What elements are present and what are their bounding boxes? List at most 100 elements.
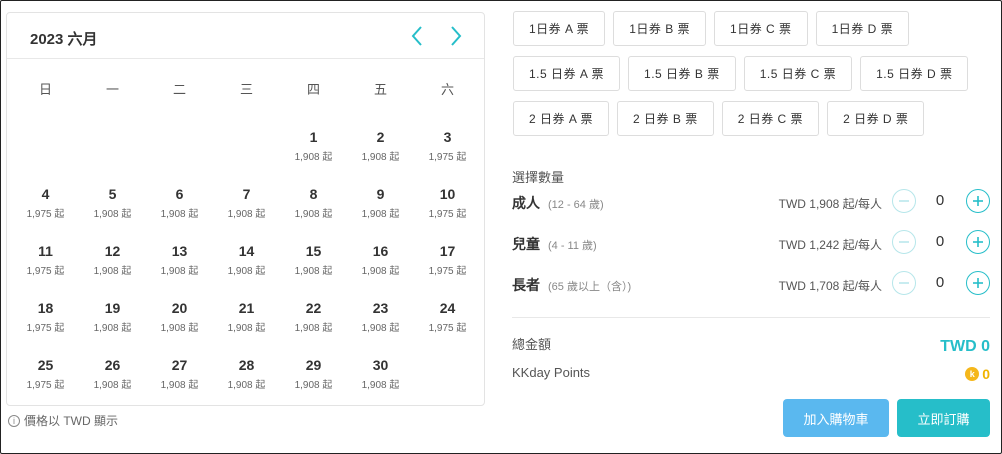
day-number: 12 (104, 243, 121, 259)
quantity-row-adult: 成人 (12 - 64 歲) TWD 1,908 起/每人 0 (512, 188, 990, 214)
ticket-option-button[interactable]: 1.5 日券 D 票 (860, 56, 969, 91)
calendar-day[interactable]: 21 1,908 起 (213, 298, 280, 355)
day-price: 1,908 起 (160, 266, 199, 277)
calendar-day[interactable]: 6 1,908 起 (146, 184, 213, 241)
day-number: 10 (439, 186, 456, 202)
calendar-day[interactable]: 3 1,975 起 (414, 127, 481, 184)
day-number: 17 (439, 243, 456, 259)
points-value: 0 (982, 366, 990, 382)
calendar-day[interactable]: 16 1,908 起 (347, 241, 414, 298)
child-minus-button[interactable] (892, 230, 916, 254)
quantity-label-text: 成人 (512, 195, 540, 211)
adult-plus-button[interactable] (966, 189, 990, 213)
calendar-day[interactable]: 15 1,908 起 (280, 241, 347, 298)
add-to-cart-button[interactable]: 加入購物車 (783, 399, 889, 437)
calendar-day[interactable]: 22 1,908 起 (280, 298, 347, 355)
weekday-label: 三 (239, 82, 253, 97)
total-label: 總金額 (512, 337, 552, 352)
calendar-month-title: 2023 六月 (30, 31, 98, 48)
calendar-day[interactable]: 23 1,908 起 (347, 298, 414, 355)
quantity-label: 長者 (65 歲以上（含）) (512, 275, 631, 295)
day-number: 19 (104, 300, 121, 316)
day-price: 1,975 起 (428, 209, 467, 220)
day-number: 26 (104, 357, 121, 373)
calendar-empty-cell (12, 127, 79, 184)
quantity-label: 兒童 (4 - 11 歲) (512, 234, 597, 254)
senior-minus-button[interactable] (892, 271, 916, 295)
day-number: 21 (238, 300, 255, 316)
day-price: 1,908 起 (93, 209, 132, 220)
day-price: 1,975 起 (26, 266, 65, 277)
calendar-day[interactable]: 28 1,908 起 (213, 355, 280, 412)
senior-plus-button[interactable] (966, 271, 990, 295)
day-number: 7 (242, 186, 251, 202)
calendar-day[interactable]: 14 1,908 起 (213, 241, 280, 298)
calendar-day[interactable]: 29 1,908 起 (280, 355, 347, 412)
calendar-day[interactable]: 17 1,975 起 (414, 241, 481, 298)
ticket-option-button[interactable]: 2 日券 A 票 (513, 101, 610, 136)
next-month-button[interactable] (444, 23, 468, 49)
ticket-option-button[interactable]: 2 日券 B 票 (617, 101, 714, 136)
calendar-day[interactable]: 11 1,975 起 (12, 241, 79, 298)
buy-now-button[interactable]: 立即訂購 (897, 399, 990, 437)
calendar-day[interactable]: 19 1,908 起 (79, 298, 146, 355)
quantity-label: 成人 (12 - 64 歲) (512, 193, 604, 213)
ticket-option-button[interactable]: 1日券 B 票 (613, 11, 707, 46)
ticket-option-button[interactable]: 1日券 D 票 (815, 11, 910, 46)
day-price: 1,908 起 (160, 380, 199, 391)
calendar-day[interactable]: 24 1,975 起 (414, 298, 481, 355)
calendar-day[interactable]: 13 1,908 起 (146, 241, 213, 298)
calendar-day[interactable]: 4 1,975 起 (12, 184, 79, 241)
calendar-day[interactable]: 20 1,908 起 (146, 298, 213, 355)
day-price: 1,908 起 (294, 152, 333, 163)
info-icon: i (8, 414, 20, 427)
ticket-option-button[interactable]: 1日券 A 票 (513, 11, 606, 46)
prev-month-button[interactable] (405, 23, 429, 49)
weekday-label: 一 (105, 82, 119, 97)
ticket-option-button[interactable]: 1.5 日券 B 票 (628, 56, 736, 91)
day-number: 14 (238, 243, 255, 259)
ticket-option-button[interactable]: 1.5 日券 C 票 (743, 56, 853, 91)
minus-icon (899, 200, 909, 202)
ticket-options-row-2: 1.5 日券 A 票 1.5 日券 B 票 1.5 日券 C 票 1.5 日券 D 票 (513, 56, 969, 91)
calendar-day[interactable]: 10 1,975 起 (414, 184, 481, 241)
ticket-option-button[interactable]: 2 日券 D 票 (827, 101, 925, 136)
ticket-option-button[interactable]: 2 日券 C 票 (721, 101, 820, 136)
weekday-header: 日一二三四五六 (12, 79, 482, 98)
day-price: 1,908 起 (93, 323, 132, 334)
calendar-day[interactable]: 1 1,908 起 (280, 127, 347, 184)
calendar-day[interactable]: 12 1,908 起 (79, 241, 146, 298)
ticket-option-button[interactable]: 1.5 日券 A 票 (513, 56, 621, 91)
ticket-options-row-1: 1日券 A 票 1日券 B 票 1日券 C 票 1日券 D 票 (513, 11, 910, 46)
calendar-day[interactable]: 30 1,908 起 (347, 355, 414, 412)
calendar-day[interactable]: 18 1,975 起 (12, 298, 79, 355)
calendar-day[interactable]: 8 1,908 起 (280, 184, 347, 241)
calendar-day[interactable]: 7 1,908 起 (213, 184, 280, 241)
calendar-day[interactable]: 25 1,975 起 (12, 355, 79, 412)
plus-icon (973, 196, 983, 206)
plus-icon (973, 278, 983, 288)
day-price: 1,975 起 (26, 380, 65, 391)
adult-minus-button[interactable] (892, 189, 916, 213)
day-number: 4 (41, 186, 50, 202)
quantity-label-text: 長者 (512, 277, 540, 293)
day-price: 1,908 起 (93, 266, 132, 277)
calendar-day[interactable]: 5 1,908 起 (79, 184, 146, 241)
calendar-day[interactable]: 9 1,908 起 (347, 184, 414, 241)
day-number: 27 (171, 357, 188, 373)
child-plus-button[interactable] (966, 230, 990, 254)
day-price: 1,908 起 (227, 323, 266, 334)
calendar-day[interactable]: 27 1,908 起 (146, 355, 213, 412)
day-number: 3 (443, 129, 452, 145)
child-count: 0 (935, 233, 945, 250)
day-number: 30 (372, 357, 389, 373)
ticket-option-button[interactable]: 1日券 C 票 (714, 11, 808, 46)
day-number: 20 (171, 300, 188, 316)
calendar-empty-cell (213, 127, 280, 184)
weekday-label: 二 (172, 82, 186, 97)
day-price: 1,908 起 (294, 323, 333, 334)
plus-icon (973, 237, 983, 247)
calendar-day[interactable]: 2 1,908 起 (347, 127, 414, 184)
calendar-day[interactable]: 26 1,908 起 (79, 355, 146, 412)
day-number: 18 (37, 300, 54, 316)
